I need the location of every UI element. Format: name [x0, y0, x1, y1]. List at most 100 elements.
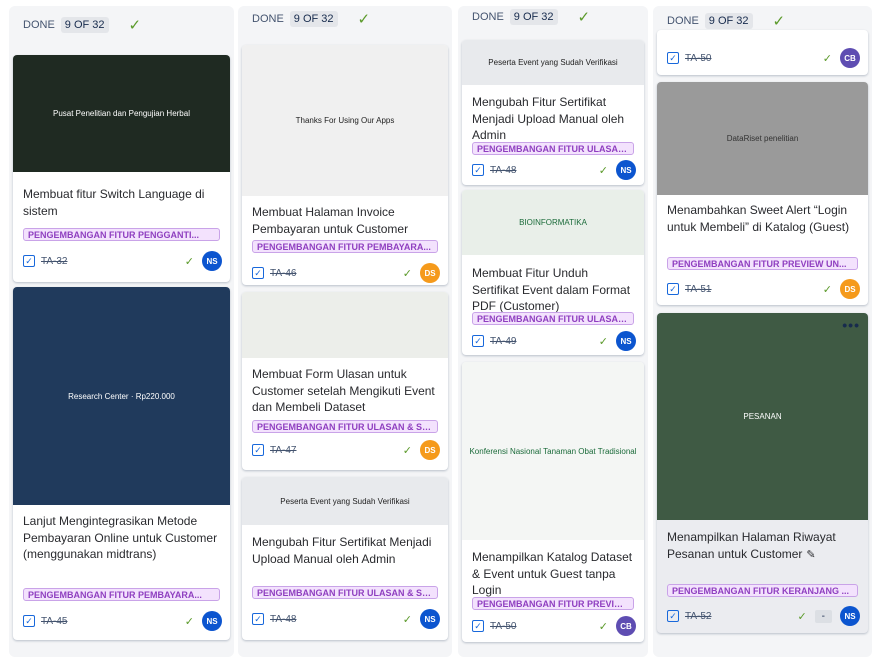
issue-card[interactable]: Konferensi Nasional Tanaman Obat Tradisi… [462, 362, 644, 642]
assignee-avatar[interactable]: DS [420, 263, 440, 283]
task-type-icon: ✓ [252, 267, 264, 279]
assignee-avatar[interactable]: NS [202, 611, 222, 631]
assignee-avatar[interactable]: NS [202, 251, 222, 271]
issue-key[interactable]: TA-48 [270, 614, 297, 625]
epic-label[interactable]: PENGEMBANGAN FITUR PEMBAYARA... [252, 240, 438, 253]
done-icon: ✓ [797, 610, 807, 623]
done-icon: ✓ [402, 444, 412, 457]
story-points[interactable]: - [814, 609, 832, 623]
issue-card[interactable]: Membuat Form Ulasan untuk Customer setel… [242, 292, 448, 470]
issue-key[interactable]: TA-50 [490, 621, 517, 632]
edit-icon[interactable]: ✎ [806, 549, 815, 561]
task-type-icon: ✓ [252, 444, 264, 456]
issue-card[interactable]: Pusat Penelitian dan Pengujian Herbal Mem… [13, 55, 230, 282]
cover-image-text: Pusat Penelitian dan Pengujian Herbal [53, 109, 190, 118]
card-footer: ✓ TA-50 ✓ CB [667, 48, 860, 68]
issue-key[interactable]: TA-50 [685, 53, 712, 64]
done-icon: ✓ [598, 335, 608, 348]
card-cover-image: Peserta Event yang Sudah Verifikasi [462, 40, 644, 85]
assignee-avatar[interactable]: NS [420, 609, 440, 629]
cover-image-text: Thanks For Using Our Apps [295, 116, 395, 125]
column-header: DONE 9 OF 32 ✓ [667, 12, 785, 30]
issue-card[interactable]: PESANAN Menampilkan Halaman Riwayat Pesan… [657, 313, 868, 633]
assignee-avatar[interactable]: NS [616, 160, 636, 180]
column-count: 9 OF 32 [509, 9, 558, 25]
card-footer: ✓ TA-52 ✓ - NS [667, 606, 860, 626]
epic-label[interactable]: PENGEMBANGAN FITUR PENGGANTI... [23, 228, 220, 241]
more-actions-button[interactable]: ••• [842, 317, 860, 333]
card-cover-image: Peserta Event yang Sudah Verifikasi [242, 477, 448, 525]
card-cover-image: Konferensi Nasional Tanaman Obat Tradisi… [462, 362, 644, 540]
card-footer: ✓ TA-48 ✓ NS [252, 609, 440, 629]
epic-label[interactable]: PENGEMBANGAN FITUR ULASAN & SE... [472, 142, 634, 155]
issue-key[interactable]: TA-51 [685, 284, 712, 295]
assignee-avatar[interactable]: NS [840, 606, 860, 626]
card-cover-image: Research Center · Rp220.000 [13, 287, 230, 505]
card-footer: ✓ TA-45 ✓ NS [23, 611, 222, 631]
card-title[interactable]: Membuat Form Ulasan untuk Customer setel… [252, 366, 438, 416]
card-title[interactable]: Lanjut Mengintegrasikan Metode Pembayara… [23, 513, 220, 563]
cover-image-text: PESANAN [743, 412, 782, 421]
issue-card[interactable]: DataRiset penelitian Menambahkan Sweet Al… [657, 82, 868, 305]
column-status: DONE [472, 11, 504, 23]
epic-label[interactable]: PENGEMBANGAN FITUR ULASAN & SE... [252, 420, 438, 433]
column-header: DONE 9 OF 32 ✓ [23, 16, 141, 34]
card-title[interactable]: Membuat Halaman Invoice Pembayaran untuk… [252, 204, 438, 237]
cover-image-text: Research Center · Rp220.000 [68, 391, 175, 401]
assignee-avatar[interactable]: DS [420, 440, 440, 460]
issue-card[interactable]: Research Center · Rp220.000 Lanjut Mengin… [13, 287, 230, 640]
task-type-icon: ✓ [472, 620, 484, 632]
task-type-icon: ✓ [23, 615, 35, 627]
epic-label[interactable]: PENGEMBANGAN FITUR PREVIEW UN... [472, 597, 634, 610]
epic-label[interactable]: PENGEMBANGAN FITUR ULASAN & SE... [252, 586, 438, 599]
card-cover-image [242, 292, 448, 358]
card-title[interactable]: Menambahkan Sweet Alert “Login untuk Mem… [667, 202, 858, 235]
epic-label[interactable]: PENGEMBANGAN FITUR PREVIEW UN... [667, 257, 858, 270]
epic-label[interactable]: PENGEMBANGAN FITUR KERANJANG ... [667, 584, 858, 597]
card-footer: ✓ TA-32 ✓ NS [23, 251, 222, 271]
issue-card[interactable]: Peserta Event yang Sudah Verifikasi Mengu… [462, 40, 644, 185]
column-count: 9 OF 32 [704, 13, 753, 29]
epic-label[interactable]: PENGEMBANGAN FITUR PEMBAYARA... [23, 588, 220, 601]
card-cover-image: PESANAN [657, 313, 868, 520]
cover-image-text: Peserta Event yang Sudah Verifikasi [488, 58, 618, 67]
card-title[interactable]: Membuat fitur Switch Language di sistem [23, 186, 220, 219]
issue-key[interactable]: TA-46 [270, 268, 297, 279]
task-type-icon: ✓ [667, 52, 679, 64]
card-cover-image: Thanks For Using Our Apps [242, 45, 448, 196]
card-title[interactable]: Menampilkan Katalog Dataset & Event untu… [472, 549, 634, 599]
card-footer: ✓ TA-50 ✓ CB [472, 616, 636, 636]
done-icon: ✓ [184, 615, 194, 628]
issue-key[interactable]: TA-49 [490, 336, 517, 347]
card-cover-image: DataRiset penelitian [657, 82, 868, 195]
assignee-avatar[interactable]: CB [840, 48, 860, 68]
task-type-icon: ✓ [667, 610, 679, 622]
issue-card[interactable]: ✓ TA-50 ✓ CB [657, 30, 868, 75]
done-icon: ✓ [598, 164, 608, 177]
card-title[interactable]: Membuat Fitur Unduh Sertifikat Event dal… [472, 265, 634, 315]
issue-key[interactable]: TA-52 [685, 611, 712, 622]
assignee-avatar[interactable]: CB [616, 616, 636, 636]
card-title[interactable]: Mengubah Fitur Sertifikat Menjadi Upload… [252, 534, 438, 567]
column-status: DONE [667, 15, 699, 27]
issue-key[interactable]: TA-32 [41, 256, 68, 267]
epic-label[interactable]: PENGEMBANGAN FITUR ULASAN & SE... [472, 312, 634, 325]
issue-card[interactable]: BIOINFORMATIKA Membuat Fitur Unduh Sertif… [462, 190, 644, 355]
issue-key[interactable]: TA-47 [270, 445, 297, 456]
card-title[interactable]: Mengubah Fitur Sertifikat Menjadi Upload… [472, 94, 634, 144]
issue-card[interactable]: Thanks For Using Our Apps Membuat Halaman… [242, 45, 448, 285]
card-footer: ✓ TA-49 ✓ NS [472, 331, 636, 351]
assignee-avatar[interactable]: NS [616, 331, 636, 351]
card-title[interactable]: Menampilkan Halaman Riwayat Pesanan untu… [667, 529, 858, 563]
issue-key[interactable]: TA-45 [41, 616, 68, 627]
assignee-avatar[interactable]: DS [840, 279, 860, 299]
issue-card[interactable]: Peserta Event yang Sudah Verifikasi Mengu… [242, 477, 448, 640]
done-check-icon: ✓ [772, 13, 786, 30]
issue-key[interactable]: TA-48 [490, 165, 517, 176]
column-header: DONE 9 OF 32 ✓ [472, 8, 590, 26]
done-icon: ✓ [598, 620, 608, 633]
card-cover-image: BIOINFORMATIKA [462, 190, 644, 255]
card-footer: ✓ TA-48 ✓ NS [472, 160, 636, 180]
cover-image-text: BIOINFORMATIKA [519, 218, 587, 227]
done-icon: ✓ [184, 255, 194, 268]
